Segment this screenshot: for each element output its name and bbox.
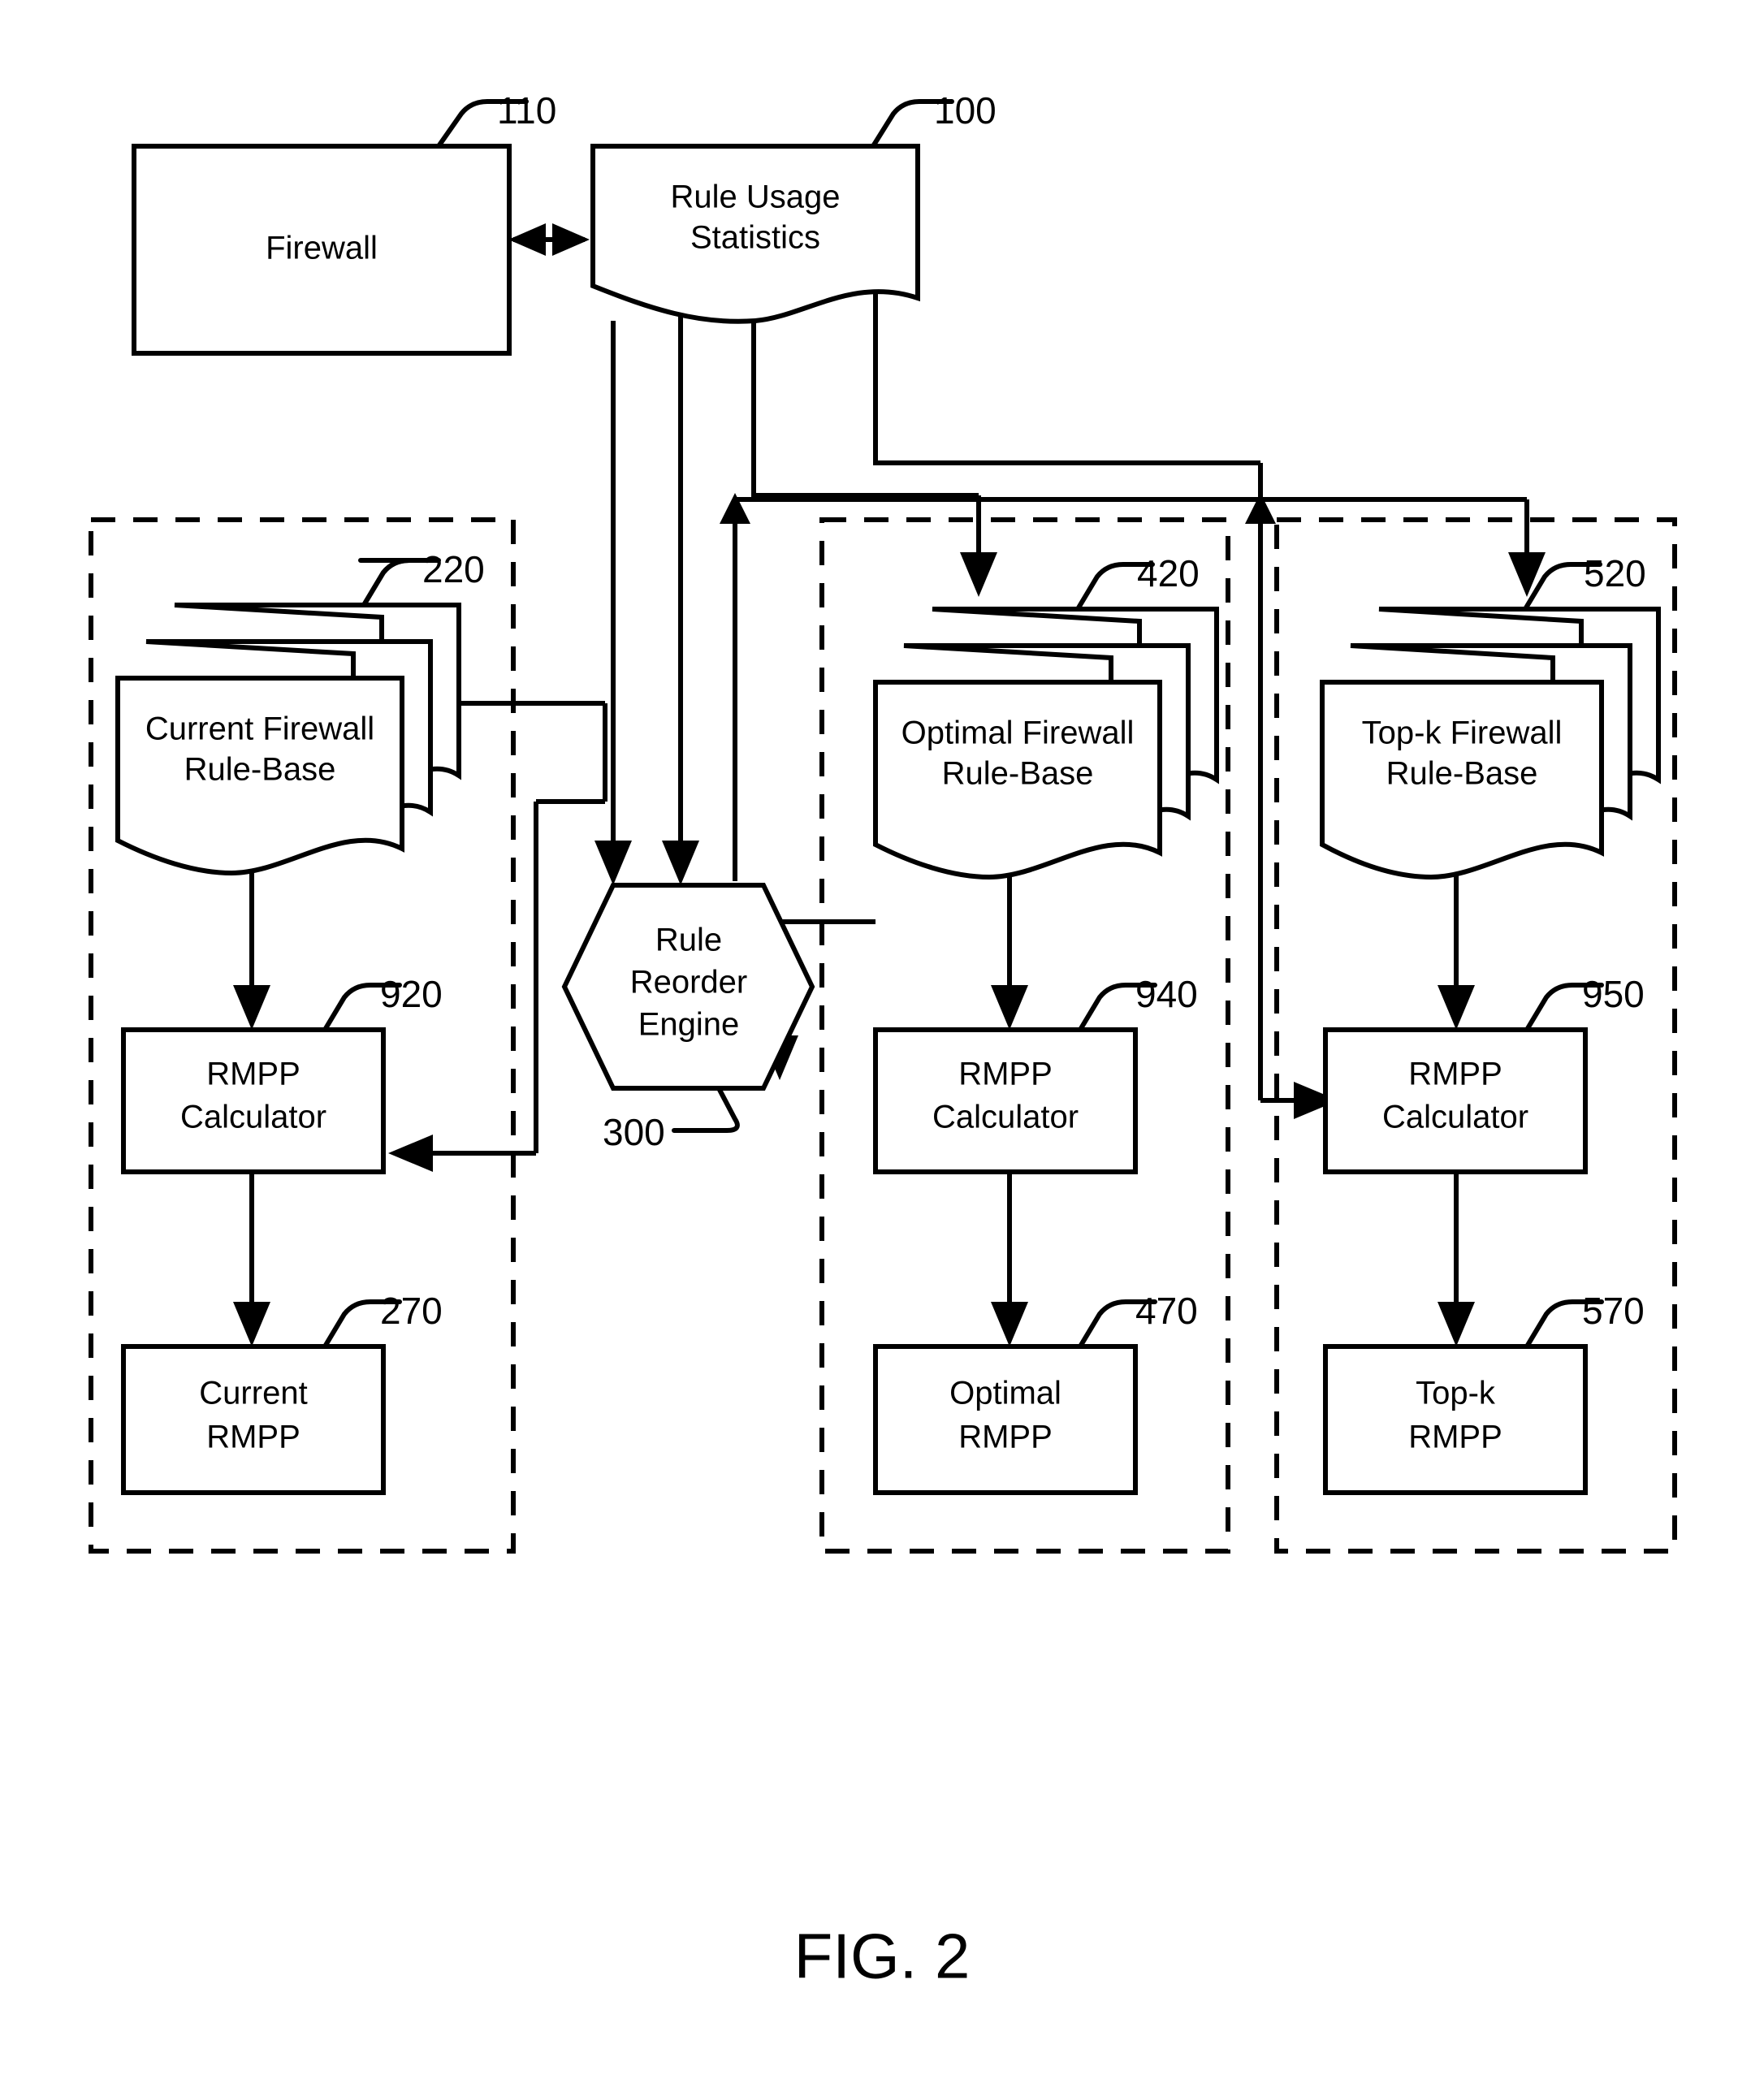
- firewall-label: Firewall: [266, 231, 378, 266]
- c920-ref: 920: [380, 973, 443, 1015]
- topk-rulebase-label-line2: Rule-Base: [1386, 756, 1538, 792]
- rule-usage-statistics-label-line1: Rule Usage: [670, 179, 840, 215]
- arrowhead-reorder-in-a: [594, 841, 632, 885]
- topk-rulebase-ref: 520: [1584, 552, 1646, 594]
- reorder-engine-label-line3: Engine: [638, 1007, 740, 1043]
- rule-usage-statistics-label-line2: Statistics: [690, 220, 820, 256]
- current-rmpp-ref: 270: [380, 1290, 443, 1332]
- topk-rmpp-ref: 570: [1582, 1290, 1645, 1332]
- arrowhead-to-firewall: [508, 223, 546, 256]
- arrowhead-940-top-in: [991, 985, 1028, 1030]
- c940-ref: 940: [1135, 973, 1198, 1015]
- c950-label-line1: RMPP: [1408, 1057, 1502, 1092]
- arrowhead-topk-rmpp-in: [1438, 1302, 1475, 1346]
- arrowhead-optimal-rulebase-in: [960, 552, 997, 597]
- optimal-rmpp-label-line2: RMPP: [958, 1420, 1053, 1455]
- reorder-engine-label-line1: Rule: [655, 923, 722, 958]
- stats-feed-line-d: [873, 294, 1260, 465]
- arrowhead-920-left-in: [388, 1135, 433, 1172]
- reorder-engine-ref: 300: [603, 1111, 665, 1153]
- arrowhead-optimal-rmpp-in: [991, 1302, 1028, 1346]
- optimal-rmpp-label-line1: Optimal: [949, 1376, 1061, 1411]
- arrowhead-950-top-in: [1438, 985, 1475, 1030]
- figure-page: Firewall 110 Rule Usage Statistics 100 C…: [0, 0, 1764, 2092]
- current-rulebase-ref: 220: [422, 548, 485, 590]
- optimal-rulebase-label-line1: Optimal Firewall: [901, 715, 1135, 751]
- topk-rmpp-label-line2: RMPP: [1408, 1420, 1502, 1455]
- figure-caption: FIG. 2: [794, 1921, 971, 1992]
- reorder-engine-ref-leader: [672, 1086, 740, 1133]
- c920-label-line2: Calculator: [180, 1100, 326, 1135]
- arrowhead-to-statistics: [552, 223, 590, 256]
- arrowhead-reorder-in-b: [662, 841, 699, 885]
- c940-label-line2: Calculator: [932, 1100, 1079, 1135]
- current-rulebase-label-line2: Rule-Base: [184, 752, 336, 788]
- firewall-ref: 110: [497, 89, 556, 132]
- c950-ref: 950: [1582, 973, 1645, 1015]
- current-rulebase-label-line1: Current Firewall: [145, 711, 374, 747]
- topk-rmpp-label-line1: Top-k: [1416, 1376, 1496, 1411]
- optimal-rulebase-label-line2: Rule-Base: [942, 756, 1094, 792]
- c950-label-line2: Calculator: [1382, 1100, 1528, 1135]
- current-rmpp-label-line1: Current: [199, 1376, 307, 1411]
- c940-label-line1: RMPP: [958, 1057, 1053, 1092]
- optimal-rmpp-ref: 470: [1135, 1290, 1198, 1332]
- arrowhead-topk-rulebase-in: [1508, 552, 1546, 597]
- rule-usage-statistics-ref: 100: [934, 89, 997, 132]
- arrowhead-920-top-in: [233, 985, 270, 1030]
- c920-label-line1: RMPP: [206, 1057, 300, 1092]
- reorder-engine-label-line2: Reorder: [630, 965, 748, 1001]
- patent-figure-2: Firewall 110 Rule Usage Statistics 100 C…: [89, 89, 1677, 1992]
- topk-rulebase-label-line1: Top-k Firewall: [1362, 715, 1563, 751]
- arrowhead-current-rmpp-in: [233, 1302, 270, 1346]
- optimal-rulebase-ref: 420: [1137, 552, 1200, 594]
- current-rmpp-label-line2: RMPP: [206, 1420, 300, 1455]
